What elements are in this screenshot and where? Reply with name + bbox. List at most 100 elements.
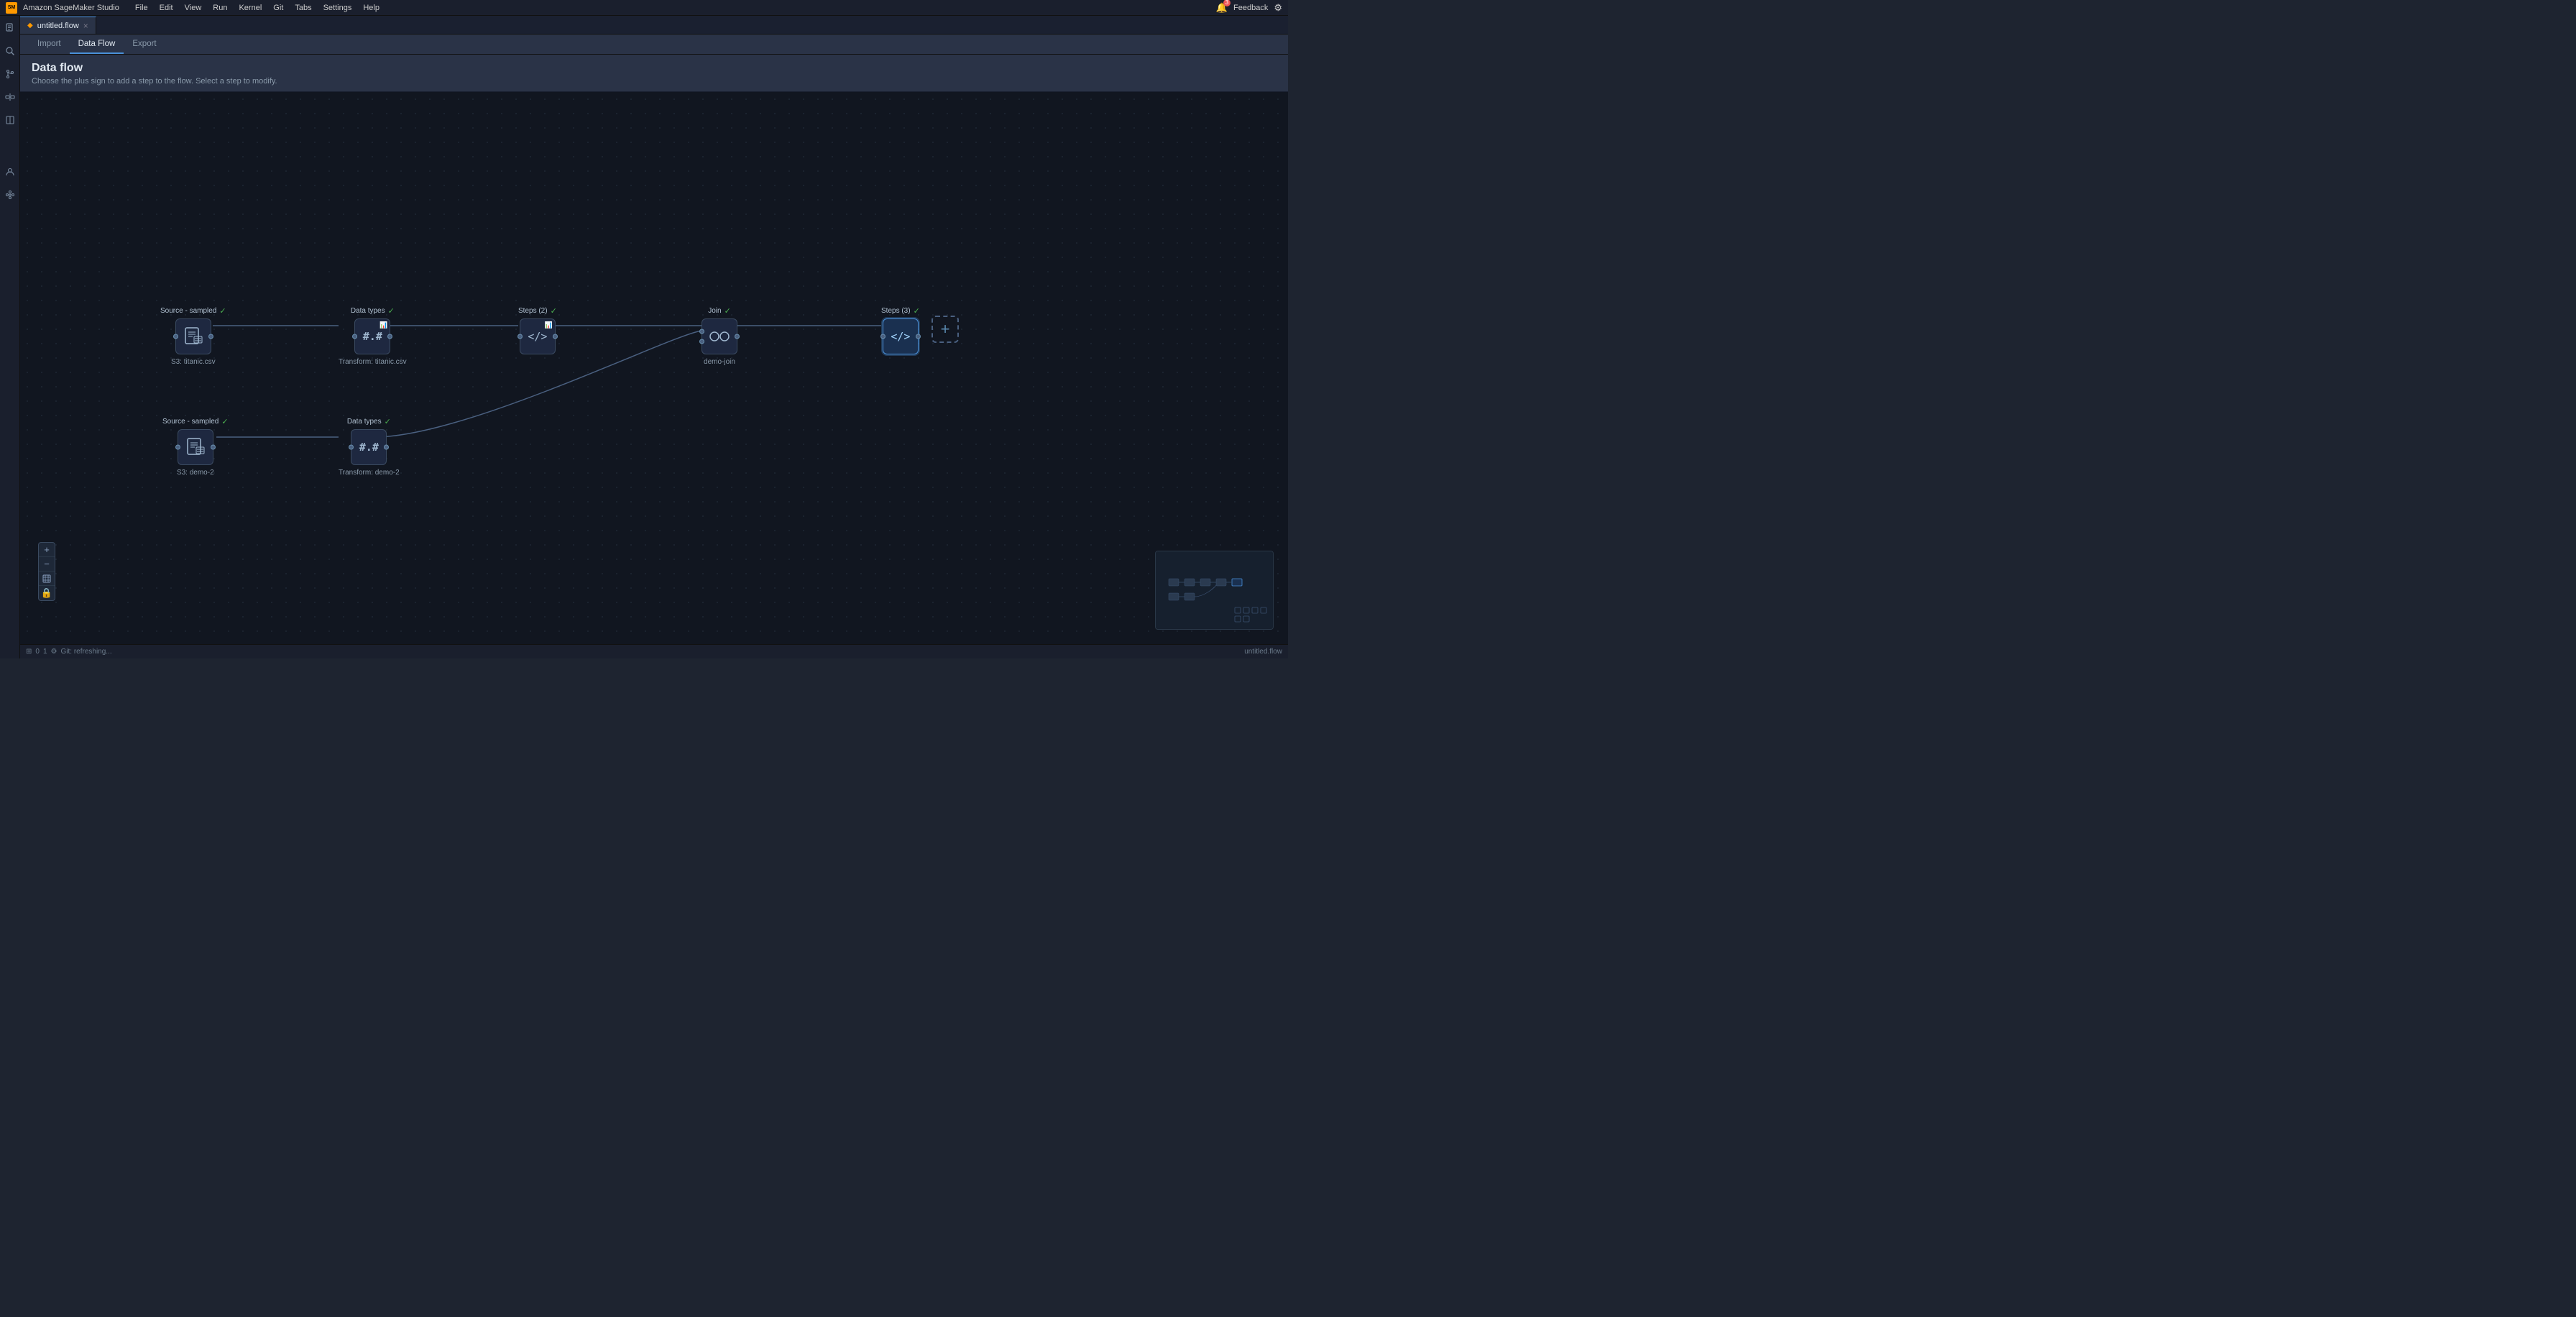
page-subtitle: Choose the plus sign to add a step to th… bbox=[32, 77, 1276, 86]
node-source2-label: Source - sampled ✓ bbox=[162, 417, 229, 426]
connector-left-top bbox=[699, 329, 704, 334]
add-step-button[interactable]: + bbox=[932, 316, 959, 343]
node-datatypes2-name: Transform: demo-2 bbox=[339, 469, 400, 477]
node-steps3-label: Steps (3) ✓ bbox=[881, 306, 920, 316]
tab-close-button[interactable]: × bbox=[83, 21, 88, 31]
node-datatypes1-check: ✓ bbox=[388, 306, 395, 316]
flow-canvas[interactable]: Source - sampled ✓ S bbox=[20, 92, 1288, 644]
tab-untitled-flow[interactable]: ◆ untitled.flow × bbox=[20, 17, 96, 34]
sidebar-item-extensions[interactable] bbox=[2, 89, 18, 105]
node-steps2-label: Steps (2) ✓ bbox=[518, 306, 557, 316]
tab-bar: ◆ untitled.flow × bbox=[20, 16, 1288, 35]
connector-right bbox=[384, 445, 389, 450]
node-source2-box[interactable] bbox=[178, 429, 213, 465]
node-datatypes1-name: Transform: titanic.csv bbox=[339, 358, 407, 366]
git-status-label: Git: refreshing... bbox=[60, 648, 111, 656]
node-datatypes2-box[interactable]: #.# bbox=[351, 429, 387, 465]
menu-view[interactable]: View bbox=[180, 2, 206, 14]
menu-help[interactable]: Help bbox=[359, 2, 384, 14]
zoom-lock-button[interactable]: 🔒 bbox=[39, 586, 55, 600]
node-steps2-box[interactable]: 📊 </> bbox=[520, 318, 556, 354]
status-count: 1 bbox=[43, 648, 47, 656]
zoom-in-button[interactable]: + bbox=[39, 543, 55, 557]
node-source2-name: S3: demo-2 bbox=[177, 469, 214, 477]
sidebar-item-ml[interactable] bbox=[2, 187, 18, 203]
node-steps3[interactable]: Steps (3) ✓ </> bbox=[881, 306, 920, 366]
node-datatypes1-box[interactable]: 📊 #.# bbox=[354, 318, 390, 354]
branch-icon: ⊞ bbox=[26, 648, 32, 656]
connector-left bbox=[349, 445, 354, 450]
sidebar-item-people[interactable] bbox=[2, 164, 18, 180]
node-source2[interactable]: Source - sampled ✓ S bbox=[162, 417, 229, 477]
main-layout: ◆ untitled.flow × Import Data Flow Expor… bbox=[0, 16, 1288, 658]
status-right: untitled.flow bbox=[1244, 648, 1282, 656]
tab-file-icon: ◆ bbox=[27, 22, 33, 29]
minimap[interactable] bbox=[1155, 551, 1274, 630]
settings-icon[interactable]: ⚙ bbox=[1274, 2, 1282, 14]
connector-left bbox=[880, 334, 886, 339]
node-steps3-name bbox=[900, 358, 902, 366]
menu-file[interactable]: File bbox=[131, 2, 152, 14]
zoom-fit-button[interactable] bbox=[39, 572, 55, 586]
node-datatypes2-label: Data types ✓ bbox=[347, 417, 391, 426]
node-datatypes1-label: Data types ✓ bbox=[351, 306, 395, 316]
sidebar-item-git[interactable] bbox=[2, 66, 18, 82]
connector-left bbox=[518, 334, 523, 339]
node-source1-label: Source - sampled ✓ bbox=[160, 306, 226, 316]
node-source1-box[interactable] bbox=[175, 318, 211, 354]
menu-kernel[interactable]: Kernel bbox=[234, 2, 266, 14]
sidebar-item-book[interactable] bbox=[2, 112, 18, 128]
sidebar-item-search[interactable] bbox=[2, 43, 18, 59]
menu-bar-right: 🔔 3 Feedback ⚙ bbox=[1216, 2, 1282, 14]
app-title: Amazon SageMaker Studio bbox=[23, 4, 119, 12]
tab-export[interactable]: Export bbox=[124, 35, 165, 54]
connector-left bbox=[175, 445, 180, 450]
sidebar-icons bbox=[0, 16, 20, 658]
node-join-check: ✓ bbox=[724, 306, 731, 316]
node-source1[interactable]: Source - sampled ✓ S bbox=[160, 306, 226, 366]
page-header: Data flow Choose the plus sign to add a … bbox=[20, 55, 1288, 92]
chart-icon: 📊 bbox=[380, 321, 387, 329]
node-join-label: Join ✓ bbox=[708, 306, 731, 316]
status-bar: ⊞ 0 1 ⚙ Git: refreshing... untitled.flow bbox=[20, 644, 1288, 658]
menu-tabs[interactable]: Tabs bbox=[290, 2, 316, 14]
chart-icon: 📊 bbox=[545, 321, 553, 329]
menu-git[interactable]: Git bbox=[269, 2, 288, 14]
status-filename: untitled.flow bbox=[1244, 648, 1282, 656]
app-icon: SM bbox=[6, 2, 17, 14]
menu-bar: SM Amazon SageMaker Studio File Edit Vie… bbox=[0, 0, 1288, 16]
tab-data-flow[interactable]: Data Flow bbox=[70, 35, 124, 54]
node-datatypes1[interactable]: Data types ✓ 📊 #.# Transform: titanic.cs… bbox=[339, 306, 407, 366]
plus-icon: + bbox=[941, 320, 950, 339]
tab-filename: untitled.flow bbox=[37, 22, 79, 30]
menu-settings[interactable]: Settings bbox=[319, 2, 356, 14]
settings-status-icon: ⚙ bbox=[51, 648, 58, 656]
connector-left-bot bbox=[699, 339, 704, 344]
connector-left bbox=[173, 334, 178, 339]
tab-import[interactable]: Import bbox=[29, 35, 70, 54]
page-title: Data flow bbox=[32, 62, 1276, 75]
menu-edit[interactable]: Edit bbox=[155, 2, 178, 14]
node-join-box[interactable] bbox=[702, 318, 737, 354]
connector-right bbox=[735, 334, 740, 339]
feedback-button[interactable]: Feedback bbox=[1233, 4, 1268, 12]
inner-tabs: Import Data Flow Export bbox=[20, 35, 1288, 55]
status-number: 0 bbox=[35, 648, 40, 656]
connector-right bbox=[387, 334, 392, 339]
node-datatypes2-check: ✓ bbox=[385, 417, 391, 426]
node-datatypes2[interactable]: Data types ✓ #.# Transform: demo-2 bbox=[339, 417, 400, 477]
node-source1-name: S3: titanic.csv bbox=[171, 358, 216, 366]
connector-left bbox=[352, 334, 357, 339]
menu-run[interactable]: Run bbox=[208, 2, 231, 14]
connector-right bbox=[916, 334, 921, 339]
node-steps3-box[interactable]: </> bbox=[883, 318, 919, 354]
node-steps2[interactable]: Steps (2) ✓ 📊 </> bbox=[518, 306, 557, 366]
zoom-controls: + − 🔒 bbox=[38, 542, 55, 601]
node-source1-check: ✓ bbox=[219, 306, 226, 316]
connector-right bbox=[208, 334, 213, 339]
notification-bell[interactable]: 🔔 3 bbox=[1216, 2, 1228, 14]
zoom-out-button[interactable]: − bbox=[39, 557, 55, 572]
node-join[interactable]: Join ✓ demo-join bbox=[702, 306, 737, 366]
sidebar-item-files[interactable] bbox=[2, 20, 18, 36]
notification-badge: 3 bbox=[1223, 0, 1230, 6]
